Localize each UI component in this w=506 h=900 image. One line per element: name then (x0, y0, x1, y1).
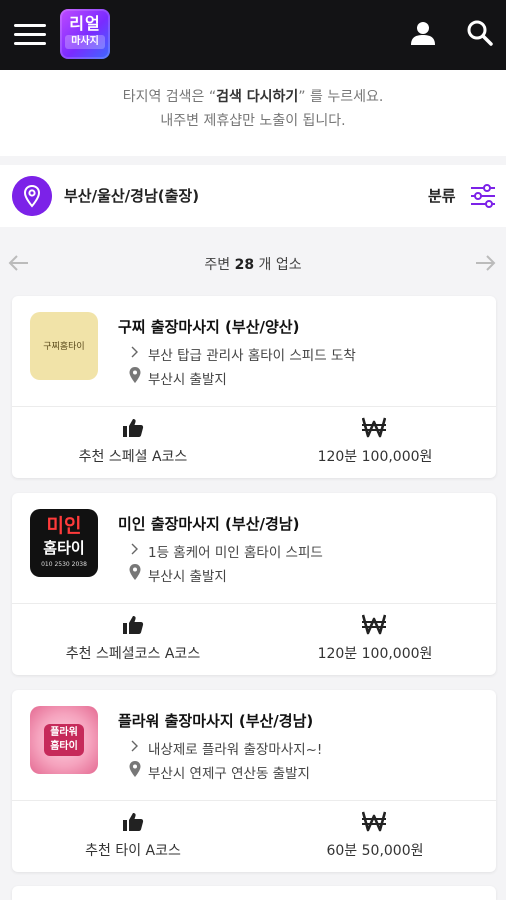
listing-thumbnail: 미인 홈타이 010 2530 2038 (30, 509, 98, 577)
listing-thumbnail: 구찌홈타이 (30, 312, 98, 380)
notice-line1: 타지역 검색은 “검색 다시하기” 를 누르세요. (122, 89, 384, 105)
divider (12, 406, 496, 407)
logo-line2: 마사지 (65, 35, 105, 49)
arrow-right-icon[interactable] (474, 252, 496, 274)
search-notice: 타지역 검색은 “검색 다시하기” 를 누르세요. 내주변 제휴샵만 노출이 됩… (0, 70, 506, 156)
listing-course: 추천 스페셜 A코스 (78, 449, 188, 465)
listing-card[interactable]: 미인 홈타이 010 2530 2038 미인 출장마사지 (부산/경남) 1등… (12, 493, 496, 675)
listing-description: 내상제로 플라워 출장마사지~! (148, 742, 323, 758)
listing-location: 부산시 출발지 (148, 569, 227, 585)
listing-card[interactable]: 플라워 홈타이 플라워 출장마사지 (부산/경남) 내상제로 플라워 출장마사지… (12, 690, 496, 872)
notice-line2: 내주변 제휴샵만 노출이 됩니다. (160, 113, 346, 129)
app-logo[interactable]: 리얼 마사지 (60, 9, 110, 59)
divider (12, 800, 496, 801)
thumbs-up-icon (123, 616, 144, 634)
location-pin-icon[interactable] (12, 176, 52, 216)
result-count-number: 28 (234, 257, 255, 273)
location-selector[interactable]: 부산/울산/경남(출장) (64, 185, 199, 206)
menu-icon[interactable] (14, 24, 46, 48)
search-icon[interactable] (466, 19, 494, 47)
listing-course: 추천 스페셜코스 A코스 (65, 646, 201, 662)
listing-title: 미인 출장마사지 (부산/경남) (118, 515, 300, 533)
result-pager: 주변 28 개 업소 (0, 240, 506, 286)
listing-card[interactable] (12, 886, 496, 900)
listing-price: 120분 100,000원 (317, 449, 433, 465)
thumbs-up-icon (123, 813, 144, 831)
location-bar: 부산/울산/경남(출장) 분류 (0, 165, 506, 227)
category-label[interactable]: 분류 (428, 185, 456, 206)
user-icon[interactable] (410, 20, 436, 46)
listing-thumbnail: 플라워 홈타이 (30, 706, 98, 774)
listing-price: 120분 100,000원 (317, 646, 433, 662)
retry-search-text: 검색 다시하기 (216, 89, 299, 105)
listing-description: 부산 탑급 관리사 홈타이 스피드 도착 (148, 348, 356, 364)
won-icon (362, 811, 386, 832)
result-count: 주변 28 개 업소 (204, 257, 302, 273)
listing-location: 부산시 출발지 (148, 372, 227, 388)
top-bar: 리얼 마사지 (0, 0, 506, 70)
listing-price: 60분 50,000원 (326, 843, 424, 859)
divider (12, 603, 496, 604)
listing-title: 구찌 출장마사지 (부산/양산) (118, 318, 300, 336)
listing-title: 플라워 출장마사지 (부산/경남) (118, 712, 314, 730)
listing-course: 추천 타이 A코스 (85, 843, 181, 859)
logo-line1: 리얼 (69, 14, 101, 33)
listing-location: 부산시 연제구 연산동 출발지 (148, 766, 310, 782)
won-icon (362, 417, 386, 438)
filter-icon[interactable] (470, 184, 496, 208)
thumbs-up-icon (123, 419, 144, 437)
won-icon (362, 614, 386, 635)
listing-description: 1등 홈케어 미인 홈타이 스피드 (148, 545, 323, 561)
listing-card[interactable]: 구찌홈타이 구찌 출장마사지 (부산/양산) 부산 탑급 관리사 홈타이 스피드… (12, 296, 496, 478)
